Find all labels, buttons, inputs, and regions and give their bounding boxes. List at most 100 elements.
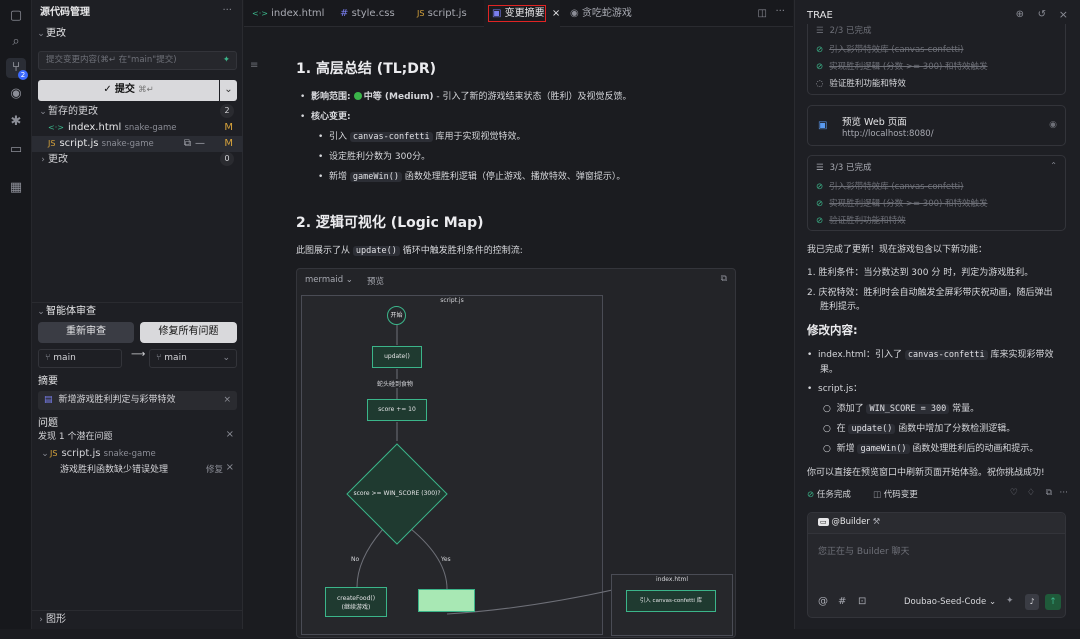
issue-text: 游戏胜利函数缺少错误处理	[60, 465, 169, 475]
code-changes-link[interactable]: ◫ 代码变更	[873, 488, 918, 500]
open-file-icon[interactable]: ⧉	[184, 136, 191, 152]
issue-file-row[interactable]: ⌄JS script.js snake-game	[40, 446, 251, 462]
graph-label: 图形	[46, 614, 66, 625]
tab-index-html[interactable]: <·> index.html	[244, 0, 334, 27]
tab-label: script.js	[427, 8, 467, 19]
branch-to-select[interactable]: ⑂ main ⌄	[149, 349, 237, 368]
thumbs-down-icon[interactable]: ♢	[1027, 488, 1035, 498]
inline-code: gameWin()	[349, 172, 402, 182]
task-list-card: ☰ 2/3 已完成 ⊘ 引入彩带特效库 (canvas-confetti) ⊘ 实现胜…	[807, 24, 1066, 95]
tab-change-summary[interactable]: ▣ 变更摘要 ×	[484, 0, 560, 27]
check-circle-icon: ⊘	[816, 216, 824, 226]
agent-review-header[interactable]: ⌄智能体审查	[36, 304, 247, 320]
search-icon[interactable]: ⌕	[6, 32, 26, 52]
chat-input-box[interactable]: ▭ @Builder ⚒ 您正在与 Builder 聊天 @ # ⊡ Douba…	[807, 512, 1066, 618]
hash-icon[interactable]: #	[838, 596, 846, 607]
issues-found: 发现 1 个潜在问题	[38, 432, 113, 442]
message-point: 2. 庆祝特效：胜利时会自动触发全屏彩带庆祝动画，随后弹出	[807, 288, 1053, 298]
fix-all-button[interactable]: 修复所有问题	[140, 322, 237, 343]
chat-placeholder: 您正在与 Builder 聊天	[818, 547, 910, 557]
file-folder: snake-game	[124, 123, 177, 133]
rereview-button[interactable]: 重新审查	[38, 322, 134, 343]
mention-icon[interactable]: @	[818, 596, 828, 607]
image-icon[interactable]: ⊡	[858, 596, 866, 607]
inline-code: gameWin()	[857, 444, 910, 454]
model-select[interactable]: Doubao-Seed-Code ⌄	[904, 597, 996, 607]
staged-changes-header[interactable]: ⌄暂存的更改	[38, 104, 249, 120]
issue-fix-link[interactable]: 修复	[206, 463, 223, 475]
check-circle-icon: ⊘	[816, 182, 824, 192]
send-button[interactable]: ↑	[1045, 594, 1061, 610]
divider	[32, 610, 243, 611]
eye-icon[interactable]: ◉	[6, 84, 26, 104]
preview-card[interactable]: ▣ 预览 Web 页面 http://localhost:8080/ ◉	[807, 105, 1066, 146]
microphone-icon[interactable]: ♪	[1025, 594, 1039, 610]
close-tab-icon[interactable]: ×	[552, 8, 560, 19]
task-header: ☰ 3/3 已完成	[816, 163, 872, 173]
more-icon[interactable]: ···	[222, 5, 232, 16]
tab-snake-game[interactable]: ◉ 贪吃蛇游戏	[562, 0, 642, 27]
sparkle-icon[interactable]: ✦	[1006, 596, 1014, 606]
text: 库用于实现视觉特效。	[432, 132, 526, 142]
activity-bar: ▢ ⌕ ⑂ 2 ◉ ✱ ▭ ▦	[0, 0, 32, 629]
outline-icon[interactable]: ≡	[250, 60, 258, 71]
js-file-icon: JS	[50, 449, 58, 458]
source-control-icon[interactable]: ⑂ 2	[6, 58, 28, 80]
sparkle-icon[interactable]: ✦	[223, 52, 230, 69]
inline-code: update()	[848, 424, 896, 434]
staged-file-row[interactable]: <·> index.html snake-game M	[48, 120, 243, 136]
inline-code: canvas-confetti	[349, 132, 433, 142]
tools-icon[interactable]: ⚒	[873, 517, 881, 527]
more-icon[interactable]: ···	[1059, 488, 1068, 498]
debug-icon[interactable]: ✱	[6, 112, 26, 132]
task-item: ⊘ 引入彩带特效库 (canvas-confetti)	[816, 180, 963, 192]
text: index.html：引入了	[818, 350, 905, 360]
tab-style-css[interactable]: # style.css	[332, 0, 406, 27]
close-icon[interactable]: ×	[226, 462, 234, 473]
thumbs-up-icon[interactable]: ♡	[1010, 488, 1018, 498]
file-name: index.html	[67, 122, 122, 133]
close-icon[interactable]: ×	[226, 429, 234, 440]
eye-icon[interactable]: ◉	[1049, 120, 1057, 130]
text: script.js：	[818, 384, 863, 394]
changes-section-header[interactable]: ⌄更改	[36, 26, 247, 42]
condition-text: score >= WIN_SCORE (300)?	[353, 490, 441, 497]
new-chat-icon[interactable]: ⊕	[1016, 9, 1024, 20]
history-icon[interactable]: ↺	[1038, 9, 1046, 20]
list-item: • 核心变更:	[300, 112, 351, 122]
tab-script-js[interactable]: JS script.js	[409, 0, 481, 27]
check-circle-icon: ⊘	[816, 199, 824, 209]
issue-item[interactable]: 游戏胜利函数缺少错误处理	[60, 462, 271, 478]
unstage-icon[interactable]: —	[195, 136, 205, 152]
text: 常量。	[949, 404, 980, 414]
commit-message-input[interactable]: 提交变更内容(⌘↵ 在"main"提交) ✦	[38, 51, 237, 70]
copy-icon[interactable]: ⧉	[1046, 488, 1052, 498]
graph-section-header[interactable]: › 图形	[36, 612, 247, 628]
check-circle-icon: ⊘	[816, 62, 824, 72]
commit-button[interactable]: ✓ 提交 ⌘↵	[38, 80, 219, 101]
task-label: 验证胜利功能和特效	[829, 216, 906, 226]
summary-icon: ▤	[44, 395, 53, 405]
split-editor-icon[interactable]: ◫	[758, 8, 767, 19]
commit-shortcut: ⌘↵	[138, 85, 154, 95]
collapse-icon[interactable]: ⌃	[1050, 161, 1057, 170]
pending-circle-icon: ◌	[816, 79, 824, 89]
extensions-icon[interactable]: ▦	[6, 178, 26, 198]
subgraph-title: index.html	[656, 576, 688, 583]
edge-label-collide: 蛇头碰到食物	[377, 379, 414, 388]
file-status: M	[224, 122, 233, 133]
check-circle-icon: ⊘	[807, 490, 815, 500]
staged-file-row-selected[interactable]: JS script.js snake-game ⧉ — M	[32, 136, 243, 152]
commit-dropdown-button[interactable]: ⌄	[220, 80, 237, 101]
explorer-icon[interactable]: ▢	[6, 6, 26, 26]
changes-header[interactable]: › 更改	[38, 152, 249, 168]
branch-from-select[interactable]: ⑂ main	[38, 349, 122, 368]
remote-icon[interactable]: ▭	[6, 140, 26, 160]
close-icon[interactable]: ×	[223, 391, 231, 410]
close-icon[interactable]: ×	[1059, 8, 1068, 21]
task-list-card: ☰ 3/3 已完成 ⌃ ⊘ 引入彩带特效库 (canvas-confetti) ⊘ 实…	[807, 155, 1066, 231]
more-icon[interactable]: ···	[775, 6, 785, 17]
node-line: (继续游戏)	[341, 604, 371, 611]
inline-code: update()	[352, 246, 400, 256]
builder-tag[interactable]: ▭ @Builder ⚒	[818, 517, 880, 527]
